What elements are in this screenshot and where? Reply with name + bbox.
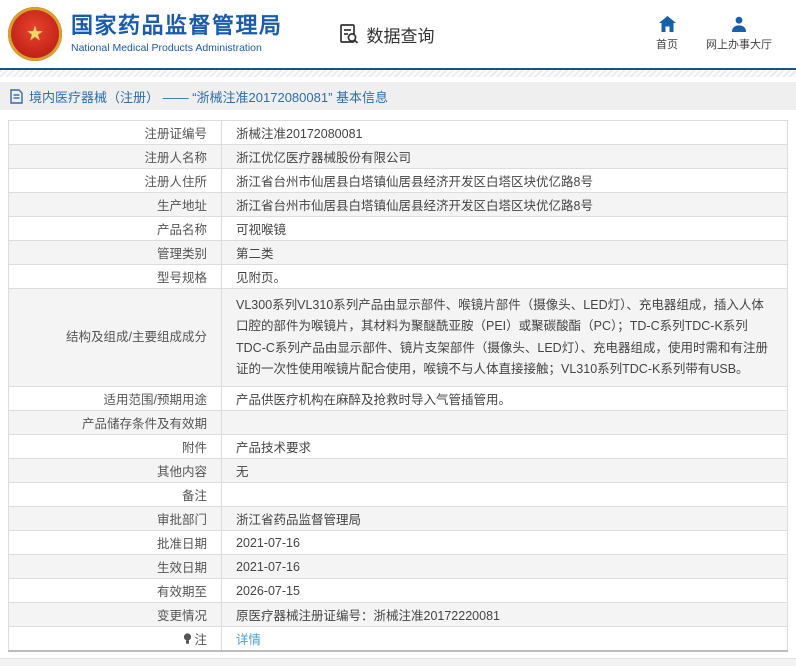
row-label: 批准日期	[8, 530, 222, 555]
table-row: 备注	[8, 482, 788, 507]
page-footer-strip	[0, 658, 796, 666]
row-value: 浙江省药品监督管理局	[221, 506, 788, 531]
table-row: 生产地址 浙江省台州市仙居县白塔镇仙居县经济开发区白塔区块优亿路8号	[8, 192, 788, 217]
person-icon	[731, 16, 747, 32]
row-label: 审批部门	[8, 506, 222, 531]
breadcrumb-text: 境内医疗器械（注册） —— “浙械注准20172080081” 基本信息	[29, 89, 389, 105]
table-row: 注册人住所 浙江省台州市仙居县白塔镇仙居县经济开发区白塔区块优亿路8号	[8, 168, 788, 193]
details-link[interactable]: 详情	[236, 633, 261, 647]
row-value: 无	[221, 458, 788, 483]
row-label: 产品储存条件及有效期	[8, 410, 222, 435]
data-query-icon	[337, 22, 361, 46]
row-label: 适用范围/预期用途	[8, 386, 222, 411]
row-value: 2021-07-16	[221, 554, 788, 579]
site-title-block: 国家药品监督管理局 National Medical Products Admi…	[71, 13, 283, 54]
row-value: 浙江优亿医疗器械股份有限公司	[221, 144, 788, 169]
row-value: 2021-07-16	[221, 530, 788, 555]
row-label: 注册人名称	[8, 144, 222, 169]
row-value: 原医疗器械注册证编号：浙械注准20172220081	[221, 602, 788, 627]
lightbulb-icon	[183, 633, 192, 646]
table-row: 注册人名称 浙江优亿医疗器械股份有限公司	[8, 144, 788, 169]
table-row: 管理类别 第二类	[8, 240, 788, 265]
table-row: 附件 产品技术要求	[8, 434, 788, 459]
table-row: 型号规格 见附页。	[8, 264, 788, 289]
data-query-menu[interactable]: 数据查询	[337, 22, 435, 47]
row-value: 详情	[221, 626, 788, 652]
row-label: 型号规格	[8, 264, 222, 289]
table-row: 产品储存条件及有效期	[8, 410, 788, 435]
info-table-body: 注册证编号 浙械注准20172080081 注册人名称 浙江优亿医疗器械股份有限公司注…	[8, 120, 788, 652]
site-title: 国家药品监督管理局	[71, 13, 283, 39]
home-icon	[658, 16, 676, 32]
row-value: VL300系列VL310系列产品由显示部件、喉镜片部件（摄像头、LED灯）、充电…	[221, 288, 788, 387]
national-emblem-logo: ★	[8, 7, 62, 61]
row-label: 结构及组成/主要组成成分	[8, 288, 222, 387]
row-value: 2026-07-15	[221, 578, 788, 603]
row-value	[221, 482, 788, 507]
table-row: 适用范围/预期用途 产品供医疗机构在麻醉及抢救时导入气管插管用。	[8, 386, 788, 411]
row-label: 变更情况	[8, 602, 222, 627]
row-value: 浙械注准20172080081	[221, 120, 788, 145]
row-label: 其他内容	[8, 458, 222, 483]
row-value: 产品技术要求	[221, 434, 788, 459]
table-row: 注详情	[8, 626, 788, 652]
registration-info-table-wrap: 注册证编号 浙械注准20172080081 注册人名称 浙江优亿医疗器械股份有限公司注…	[8, 120, 788, 652]
row-value: 浙江省台州市仙居县白塔镇仙居县经济开发区白塔区块优亿路8号	[221, 168, 788, 193]
row-label: 注册证编号	[8, 120, 222, 145]
row-label: 附件	[8, 434, 222, 459]
site-subtitle: National Medical Products Administration	[71, 41, 262, 54]
table-row: 结构及组成/主要组成成分 VL300系列VL310系列产品由显示部件、喉镜片部件（…	[8, 288, 788, 387]
registration-info-table: 注册证编号 浙械注准20172080081 注册人名称 浙江优亿医疗器械股份有限公司注…	[8, 120, 788, 652]
breadcrumb: 境内医疗器械（注册） —— “浙械注准20172080081” 基本信息	[0, 82, 796, 110]
table-row: 批准日期 2021-07-16	[8, 530, 788, 555]
table-row: 有效期至 2026-07-15	[8, 578, 788, 603]
row-value: 可视喉镜	[221, 216, 788, 241]
nav-item-home[interactable]: 首页	[656, 16, 678, 52]
table-row: 注册证编号 浙械注准20172080081	[8, 120, 788, 145]
data-query-label: 数据查询	[366, 26, 435, 46]
row-value	[221, 410, 788, 435]
document-icon	[10, 88, 23, 104]
emblem-star-icon: ★	[26, 23, 44, 45]
row-label: 注	[8, 626, 222, 652]
row-value: 产品供医疗机构在麻醉及抢救时导入气管插管用。	[221, 386, 788, 411]
nav-item-service-hall[interactable]: 网上办事大厅	[706, 16, 772, 52]
table-row: 变更情况 原医疗器械注册证编号：浙械注准20172220081	[8, 602, 788, 627]
site-header: ★ 国家药品监督管理局 National Medical Products Ad…	[0, 0, 796, 68]
hatch-strip	[0, 70, 796, 77]
table-row: 审批部门 浙江省药品监督管理局	[8, 506, 788, 531]
row-label: 生产地址	[8, 192, 222, 217]
nav-home-label: 首页	[656, 39, 678, 51]
table-row: 其他内容无	[8, 458, 788, 483]
row-label: 有效期至	[8, 578, 222, 603]
table-row: 产品名称 可视喉镜	[8, 216, 788, 241]
row-label: 备注	[8, 482, 222, 507]
nav-service-hall-label: 网上办事大厅	[706, 39, 772, 51]
row-value: 见附页。	[221, 264, 788, 289]
top-nav: 首页 网上办事大厅	[656, 16, 772, 52]
row-label: 生效日期	[8, 554, 222, 579]
row-label: 管理类别	[8, 240, 222, 265]
row-value: 浙江省台州市仙居县白塔镇仙居县经济开发区白塔区块优亿路8号	[221, 192, 788, 217]
table-row: 生效日期 2021-07-16	[8, 554, 788, 579]
row-value: 第二类	[221, 240, 788, 265]
row-label: 产品名称	[8, 216, 222, 241]
row-label: 注册人住所	[8, 168, 222, 193]
